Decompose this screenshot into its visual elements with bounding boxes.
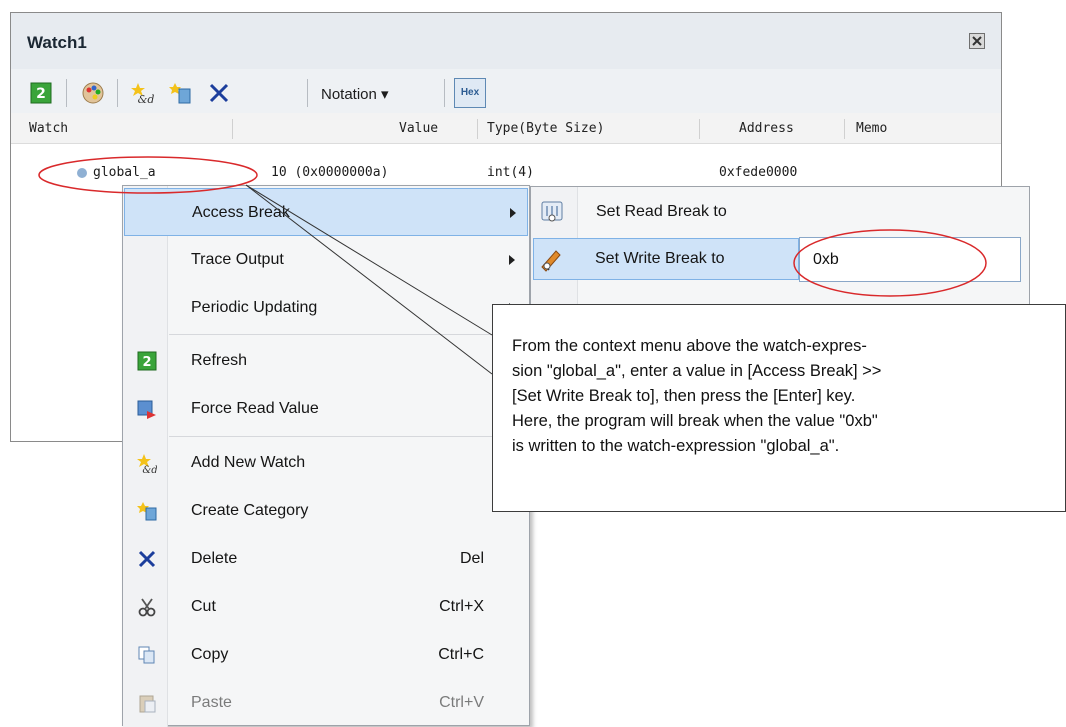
cut-icon	[138, 598, 156, 617]
watch-name-cell: global_a	[93, 165, 156, 180]
menu-item-label: Refresh	[191, 352, 248, 369]
menu-item-paste: Paste Ctrl+V	[124, 679, 528, 727]
menu-item-label: Copy	[191, 646, 229, 663]
title-bar: Watch1	[11, 13, 1001, 69]
paste-icon	[139, 695, 156, 713]
menu-item-label: Add New Watch	[191, 454, 306, 471]
column-header-type[interactable]: Type(Byte Size)	[487, 121, 604, 136]
menu-item-delete[interactable]: Delete Del	[124, 535, 528, 583]
menu-item-shortcut: Ctrl+V	[439, 694, 484, 711]
grid-header: Watch Value Type(Byte Size) Address Memo	[11, 113, 1001, 144]
menu-item-access-break[interactable]: Access Break	[124, 188, 528, 236]
menu-item-label: Trace Output	[191, 251, 284, 268]
add-watch-button[interactable]: &d	[131, 81, 155, 106]
watch-bullet-icon	[77, 168, 87, 178]
menu-item-label: Cut	[191, 598, 216, 615]
column-header-value[interactable]: Value	[399, 121, 438, 136]
callout-text: From the context menu above the watch-ex…	[512, 337, 882, 455]
menu-item-label: Paste	[191, 694, 232, 711]
column-header-address[interactable]: Address	[739, 121, 794, 136]
toolbar: 2 &d Notation ▾ Hex	[11, 69, 1001, 114]
notation-dropdown[interactable]: Notation ▾	[321, 85, 389, 103]
menu-item-label: Delete	[191, 550, 238, 567]
color-button[interactable]	[81, 81, 105, 105]
menu-item-add-new-watch[interactable]: &d Add New Watch	[124, 439, 528, 487]
menu-item-periodic-updating[interactable]: Periodic Updating	[124, 284, 528, 332]
delete-icon	[209, 83, 229, 103]
menu-item-label: Access Break	[192, 204, 290, 221]
write-break-value-input[interactable]	[799, 237, 1021, 282]
hex-toggle-button[interactable]: Hex	[454, 78, 486, 108]
menu-item-label: Create Category	[191, 502, 309, 519]
menu-item-cut[interactable]: Cut Ctrl+X	[124, 583, 528, 631]
access-break-submenu: Set Read Break to Set Write Break to	[530, 186, 1030, 307]
menu-item-copy[interactable]: Copy Ctrl+C	[124, 631, 528, 679]
menu-item-label: Force Read Value	[191, 400, 319, 417]
menu-item-set-read-break[interactable]: Set Read Break to	[533, 191, 1023, 235]
copy-icon	[138, 646, 155, 664]
read-break-icon	[541, 201, 563, 222]
menu-item-shortcut: Del	[459, 550, 484, 567]
menu-item-refresh[interactable]: 2 Refresh	[124, 337, 528, 385]
menu-item-shortcut: Ctrl+X	[439, 598, 484, 615]
create-category-button[interactable]	[169, 81, 193, 105]
refresh-icon: 2	[30, 82, 52, 104]
submenu-arrow-icon	[509, 255, 515, 265]
submenu-arrow-icon	[510, 208, 516, 218]
submenu-item-label: Set Read Break to	[596, 203, 727, 220]
add-watch-icon: &d	[131, 83, 155, 106]
delete-button[interactable]	[207, 81, 231, 105]
svg-text:2: 2	[36, 86, 46, 102]
refresh-icon: 2	[137, 351, 157, 371]
table-row[interactable]: global_a 10 (0x0000000a) int(4) 0xfede00…	[11, 163, 1001, 185]
menu-item-set-write-break[interactable]: Set Write Break to	[533, 238, 799, 280]
submenu-item-label: Set Write Break to	[595, 250, 725, 267]
svg-text:2: 2	[142, 355, 151, 370]
panel-title: Watch1	[27, 33, 87, 52]
create-category-icon	[169, 83, 191, 104]
menu-item-trace-output[interactable]: Trace Output	[124, 236, 528, 284]
create-category-icon	[137, 502, 157, 521]
column-header-memo[interactable]: Memo	[856, 121, 887, 136]
menu-item-shortcut: Ctrl+C	[438, 646, 484, 663]
close-button[interactable]	[969, 33, 985, 49]
delete-icon	[138, 550, 156, 568]
refresh-button[interactable]: 2	[29, 81, 53, 105]
annotation-callout: From the context menu above the watch-ex…	[492, 304, 1066, 512]
palette-icon	[82, 82, 104, 104]
type-cell: int(4)	[487, 165, 534, 180]
menu-item-force-read-value[interactable]: Force Read Value	[124, 385, 528, 433]
svg-text:&d: &d	[142, 465, 157, 473]
force-read-icon	[137, 400, 156, 419]
context-menu: Access Break Trace Output Periodic Updat…	[122, 185, 530, 727]
column-header-watch[interactable]: Watch	[29, 121, 68, 136]
menu-item-label: Periodic Updating	[191, 299, 318, 316]
value-cell: 10 (0x0000000a)	[271, 165, 389, 180]
svg-text:&d: &d	[138, 93, 155, 105]
menu-item-create-category[interactable]: Create Category	[124, 487, 528, 535]
address-cell: 0xfede0000	[719, 165, 798, 180]
close-icon	[972, 36, 982, 46]
write-break-icon	[541, 250, 561, 272]
add-watch-icon: &d	[137, 454, 157, 473]
